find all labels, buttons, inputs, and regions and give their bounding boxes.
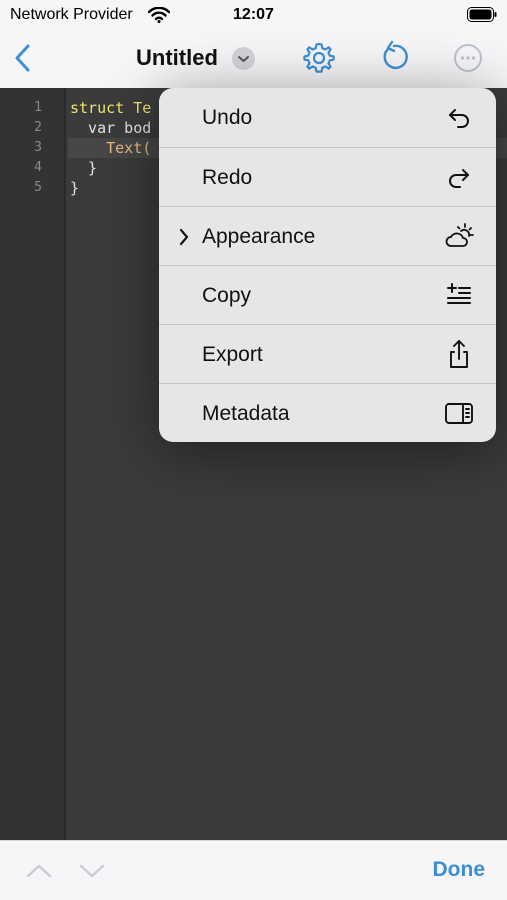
battery-icon xyxy=(467,7,497,22)
cloud-sun-icon xyxy=(445,223,474,247)
menu-item-appearance[interactable]: Appearance xyxy=(159,207,496,266)
text-badge-plus-icon xyxy=(447,283,471,304)
ellipsis-circle-icon[interactable] xyxy=(452,42,484,74)
chevron-down-circle-icon[interactable] xyxy=(232,47,255,70)
menu-item-label: Copy xyxy=(202,284,252,307)
code-line[interactable]: } xyxy=(70,179,79,197)
line-number: 2 xyxy=(34,120,42,135)
undo-icon[interactable] xyxy=(378,40,410,74)
line-number: 4 xyxy=(34,160,42,175)
chevron-left-icon[interactable] xyxy=(10,42,34,74)
menu-item-export[interactable]: Export xyxy=(159,325,496,384)
line-number: 1 xyxy=(34,100,42,115)
line-number-gutter: 1 2 3 4 5 xyxy=(0,88,66,840)
code-line[interactable]: struct Te xyxy=(70,99,151,117)
code-line[interactable]: } xyxy=(70,159,97,177)
bottom-toolbar: Done xyxy=(0,840,507,900)
chevron-right-icon xyxy=(179,228,189,246)
code-line[interactable]: Text( xyxy=(70,139,151,157)
menu-item-label: Redo xyxy=(202,166,253,189)
arrow-uturn-left-icon xyxy=(449,109,469,128)
line-number: 5 xyxy=(34,180,42,195)
context-menu: Undo Redo Appearance Copy Export Metadat… xyxy=(159,88,496,442)
arrow-uturn-right-icon xyxy=(449,169,469,188)
sidebar-right-icon xyxy=(445,403,473,424)
status-time: 12:07 xyxy=(233,6,274,23)
menu-item-label: Undo xyxy=(202,106,253,129)
line-number: 3 xyxy=(34,140,42,155)
menu-item-metadata[interactable]: Metadata xyxy=(159,384,496,442)
menu-item-label: Metadata xyxy=(202,402,290,425)
menu-item-undo[interactable]: Undo xyxy=(159,88,496,147)
chevron-up-icon[interactable] xyxy=(25,861,53,881)
menu-item-redo[interactable]: Redo xyxy=(159,148,496,207)
menu-item-label: Export xyxy=(202,343,263,366)
menu-item-label: Appearance xyxy=(202,225,316,248)
navigation-bar: Untitled xyxy=(0,30,507,88)
done-button[interactable]: Done xyxy=(433,858,486,882)
status-bar: Network Provider 12:07 xyxy=(0,0,507,30)
chevron-down-icon[interactable] xyxy=(78,861,106,881)
menu-item-copy[interactable]: Copy xyxy=(159,266,496,325)
document-title[interactable]: Untitled xyxy=(136,45,218,71)
gear-icon[interactable] xyxy=(302,41,336,75)
code-line[interactable]: var bod xyxy=(70,119,151,137)
share-icon xyxy=(450,340,468,368)
